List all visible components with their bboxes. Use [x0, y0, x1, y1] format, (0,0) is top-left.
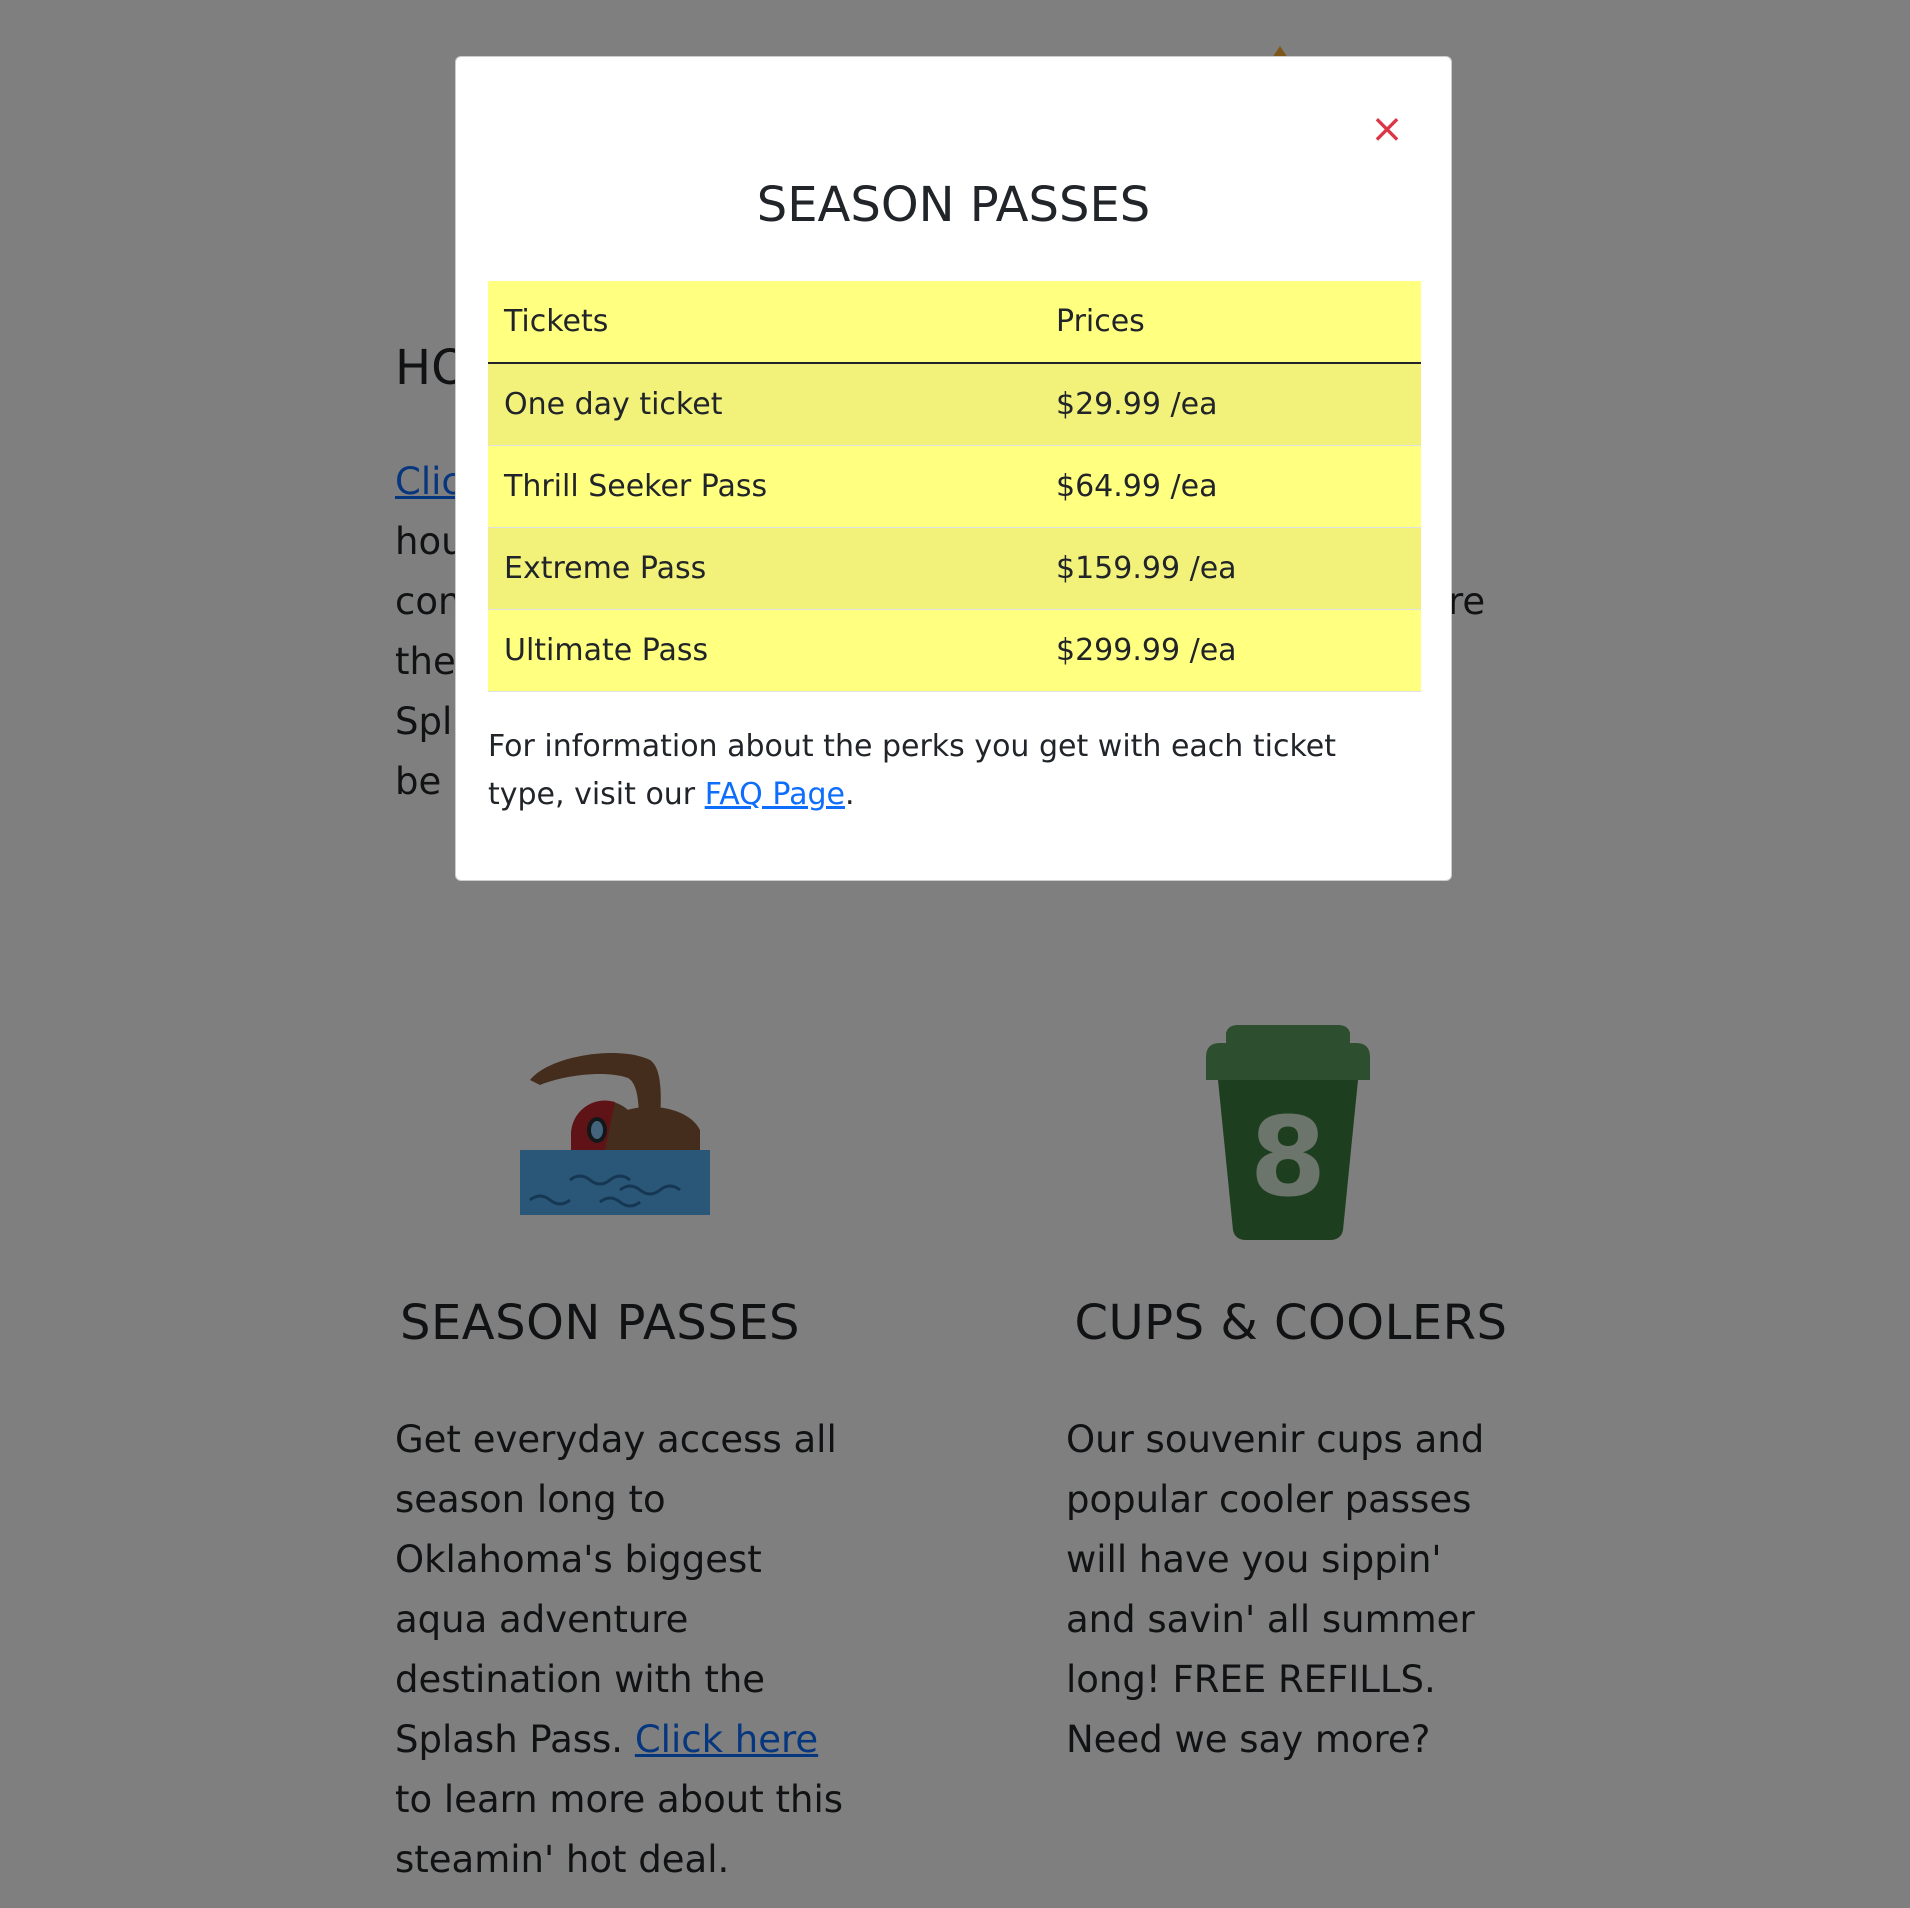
- table-row: One day ticket $29.99 /ea: [488, 363, 1421, 446]
- page: HO Clic hou con re the Spl be a: [0, 0, 1910, 1908]
- modal-info-text: For information about the perks you get …: [488, 729, 1336, 812]
- ticket-name: One day ticket: [504, 387, 723, 422]
- modal-title: SEASON PASSES: [756, 177, 1151, 233]
- ticket-name: Thrill Seeker Pass: [504, 469, 768, 504]
- table-row: Ultimate Pass $299.99 /ea: [488, 609, 1421, 692]
- close-icon[interactable]: ×: [1369, 109, 1405, 149]
- ticket-name: Extreme Pass: [504, 551, 707, 586]
- ticket-price: $159.99 /ea: [1056, 551, 1237, 586]
- table-row: Extreme Pass $159.99 /ea: [488, 527, 1421, 610]
- table-header-row: Tickets Prices: [488, 281, 1421, 364]
- table-row: Thrill Seeker Pass $64.99 /ea: [488, 445, 1421, 528]
- season-passes-modal: × SEASON PASSES Tickets Prices One day t…: [455, 56, 1452, 881]
- ticket-price: $29.99 /ea: [1056, 387, 1218, 422]
- price-table: Tickets Prices One day ticket $29.99 /ea…: [488, 281, 1421, 692]
- column-header-prices: Prices: [1040, 281, 1421, 364]
- ticket-price: $299.99 /ea: [1056, 633, 1237, 668]
- ticket-name: Ultimate Pass: [504, 633, 709, 668]
- ticket-price: $64.99 /ea: [1056, 469, 1218, 504]
- column-header-tickets: Tickets: [488, 281, 1040, 364]
- faq-page-link[interactable]: FAQ Page: [705, 777, 845, 812]
